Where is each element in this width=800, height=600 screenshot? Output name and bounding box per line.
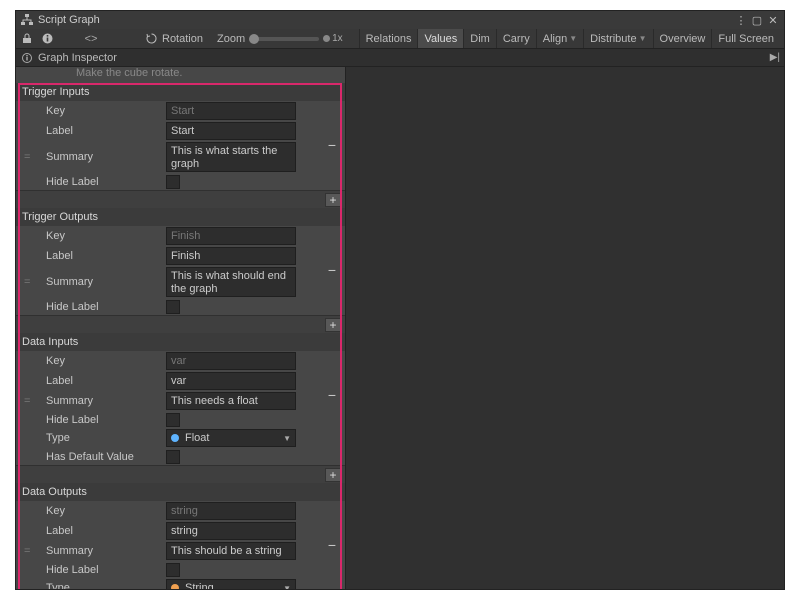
info-icon[interactable] xyxy=(40,32,54,46)
field-label: Key xyxy=(46,355,166,367)
lock-icon[interactable] xyxy=(20,32,34,46)
zoom-value: 1x xyxy=(323,33,343,44)
tab-carry[interactable]: Carry xyxy=(496,29,536,48)
field-label: Hide Label xyxy=(46,414,166,426)
hide-label-checkbox[interactable] xyxy=(166,563,180,577)
field-label: Summary xyxy=(46,395,166,407)
window-menu-icon[interactable]: ⋮ xyxy=(734,13,748,27)
key-input[interactable] xyxy=(166,502,296,520)
tab-values[interactable]: Values xyxy=(417,29,463,48)
type-dropdown[interactable]: String▼ xyxy=(166,579,296,589)
inspector-panel: Make the cube rotate. Trigger Inputs Key… xyxy=(16,67,346,589)
remove-button[interactable]: − xyxy=(325,264,339,278)
key-input[interactable] xyxy=(166,102,296,120)
section-trigger-inputs[interactable]: Trigger Inputs xyxy=(16,83,345,101)
summary-input[interactable] xyxy=(166,392,296,410)
toolbar: <> Rotation Zoom 1x Relations Values Dim… xyxy=(16,29,784,49)
hide-label-checkbox[interactable] xyxy=(166,413,180,427)
summary-input[interactable] xyxy=(166,142,296,172)
window-title: Script Graph xyxy=(38,14,100,26)
field-label: Summary xyxy=(46,276,166,288)
titlebar: Script Graph ⋮ ▢ ✕ xyxy=(16,11,784,29)
rotation-label: Rotation xyxy=(162,33,203,45)
field-label: Has Default Value xyxy=(46,451,166,463)
zoom-slider[interactable] xyxy=(249,37,319,41)
zoom-label: Zoom xyxy=(217,33,245,45)
field-label: Type xyxy=(46,582,166,589)
field-label: Label xyxy=(46,125,166,137)
hide-label-checkbox[interactable] xyxy=(166,175,180,189)
label-input[interactable] xyxy=(166,247,296,265)
label-input[interactable] xyxy=(166,372,296,390)
subheader-title: Graph Inspector xyxy=(38,52,117,64)
field-label: Key xyxy=(46,505,166,517)
subheader: Graph Inspector ▶| xyxy=(16,49,784,67)
field-label: Summary xyxy=(46,545,166,557)
tab-relations[interactable]: Relations xyxy=(359,29,418,48)
remove-button[interactable]: − xyxy=(325,539,339,553)
field-label: Key xyxy=(46,105,166,117)
graph-canvas[interactable] xyxy=(346,67,784,589)
field-label: Summary xyxy=(46,151,166,163)
field-label: Label xyxy=(46,375,166,387)
field-label: Label xyxy=(46,250,166,262)
field-label: Hide Label xyxy=(46,301,166,313)
label-input[interactable] xyxy=(166,522,296,540)
section-data-outputs[interactable]: Data Outputs xyxy=(16,483,345,501)
description-text: Make the cube rotate. xyxy=(16,67,345,83)
type-dot-icon xyxy=(171,434,179,442)
tab-distribute[interactable]: Distribute▼ xyxy=(583,29,652,48)
rotate-icon[interactable] xyxy=(144,32,158,46)
window-close-icon[interactable]: ✕ xyxy=(766,13,780,27)
has-default-checkbox[interactable] xyxy=(166,450,180,464)
field-label: Type xyxy=(46,432,166,444)
hide-label-checkbox[interactable] xyxy=(166,300,180,314)
field-label: Key xyxy=(46,230,166,242)
add-button[interactable]: + xyxy=(325,468,341,482)
summary-input[interactable] xyxy=(166,267,296,297)
section-trigger-outputs[interactable]: Trigger Outputs xyxy=(16,208,345,226)
field-label: Hide Label xyxy=(46,564,166,576)
editor-window: Script Graph ⋮ ▢ ✕ <> Rotation Zoom 1x xyxy=(15,10,785,590)
section-data-inputs[interactable]: Data Inputs xyxy=(16,333,345,351)
tab-dim[interactable]: Dim xyxy=(463,29,496,48)
remove-button[interactable]: − xyxy=(325,389,339,403)
tab-fullscreen[interactable]: Full Screen xyxy=(711,29,780,48)
field-label: Hide Label xyxy=(46,176,166,188)
key-input[interactable] xyxy=(166,227,296,245)
remove-button[interactable]: − xyxy=(325,139,339,153)
graph-icon xyxy=(20,13,34,27)
code-icon[interactable]: <> xyxy=(84,32,98,46)
summary-input[interactable] xyxy=(166,542,296,560)
window-maximize-icon[interactable]: ▢ xyxy=(750,13,764,27)
type-dropdown[interactable]: Float▼ xyxy=(166,429,296,447)
add-button[interactable]: + xyxy=(325,193,341,207)
add-button[interactable]: + xyxy=(325,318,341,332)
expand-icon[interactable]: ▶| xyxy=(770,52,780,63)
type-dot-icon xyxy=(171,584,179,589)
field-label: Label xyxy=(46,525,166,537)
tab-align[interactable]: Align▼ xyxy=(536,29,583,48)
info-icon xyxy=(20,51,34,65)
key-input[interactable] xyxy=(166,352,296,370)
tab-overview[interactable]: Overview xyxy=(653,29,712,48)
label-input[interactable] xyxy=(166,122,296,140)
